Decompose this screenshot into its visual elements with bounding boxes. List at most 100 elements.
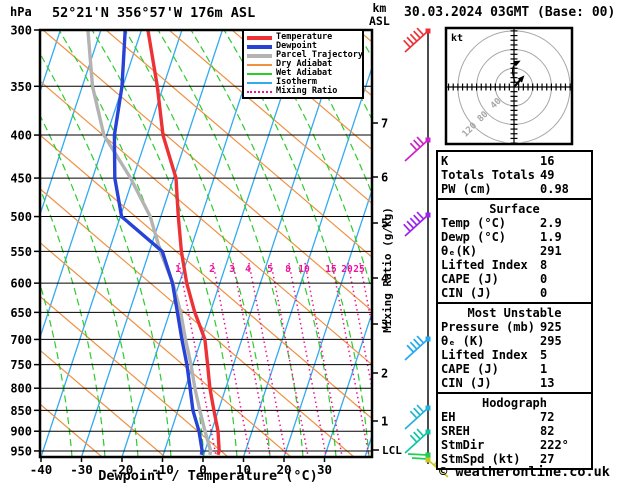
pressure-tick-label: 400: [10, 129, 32, 143]
altitude-unit-label: km ASL: [369, 2, 390, 28]
wind-barb: [404, 136, 431, 162]
altitude-unit-asl: ASL: [369, 14, 390, 28]
stats-row-label: CAPE (J): [441, 362, 499, 376]
stats-row-label: CIN (J): [441, 376, 492, 390]
stats-row-label: Temp (°C): [441, 216, 507, 230]
mixing-ratio-value-label: 8: [285, 264, 291, 275]
stats-box: Surface Temp (°C) 2.9 Dewp (°C) 1.9 θₑ(K) 291 L…: [436, 198, 593, 304]
stats-row-value: 82: [540, 424, 555, 438]
stats-box-header: Hodograph: [481, 396, 548, 410]
stats-row: Lifted Index 5: [441, 348, 588, 362]
stats-row: θₑ(K) 291: [441, 244, 588, 258]
mixing-ratio-value-label: 5: [267, 264, 273, 275]
stats-row-label: CIN (J): [441, 286, 492, 300]
hodograph: 4080120kt: [444, 26, 574, 146]
sounding-curves: [86, 30, 221, 456]
stats-row-value: 222°: [540, 438, 569, 452]
stats-row-value: 72: [540, 410, 555, 424]
mixing-ratio-line: [248, 262, 287, 457]
stats-row: Lifted Index 8: [441, 258, 588, 272]
dry-adiabat-line: [40, 80, 372, 366]
stats-row-value: 5: [540, 348, 548, 362]
stats-row-label: EH: [441, 410, 456, 424]
stats-row-label: K: [441, 154, 449, 168]
wet-adiabat-line: [40, 52, 172, 457]
pressure-tick-label: 600: [10, 277, 32, 291]
legend-swatch-thin: [247, 63, 272, 66]
wet-adiabat-line: [620, 30, 629, 457]
mixing-ratio-line: [304, 262, 343, 457]
stats-row-value: 925: [540, 320, 562, 334]
legend-label: Mixing Ratio: [276, 86, 338, 96]
stats-row: Temp (°C) 2.9: [441, 216, 588, 230]
pressure-tick-label: 550: [10, 245, 32, 259]
pressure-tick-label: 950: [10, 444, 32, 458]
stats-row: CIN (J) 0: [441, 286, 588, 300]
stats-row-value: 0: [540, 286, 548, 300]
stats-row-label: SREH: [441, 424, 470, 438]
stats-row-value: 1: [540, 362, 548, 376]
mixing-ratio-value-label: 15: [325, 264, 337, 275]
pressure-tick-label: 750: [10, 358, 32, 372]
stats-row-value: 16: [540, 154, 555, 168]
stats-row-label: CAPE (J): [441, 272, 499, 286]
wind-barb: [404, 428, 431, 454]
mixing-ratio-line: [232, 262, 271, 457]
legend-swatch-thin: [247, 81, 272, 84]
pressure-tick-label: 300: [10, 24, 32, 38]
stats-row: PW (cm) 0.98: [441, 182, 588, 196]
stats-row-value: 0: [540, 272, 548, 286]
stats-row: CAPE (J) 1: [441, 362, 588, 376]
stats-row-label: StmDir: [441, 438, 485, 452]
station-title: 52°21'N 356°57'W 176m ASL: [52, 5, 256, 21]
stats-row: StmDir 222°: [441, 438, 588, 452]
pressure-tick-label: 650: [10, 306, 32, 320]
stats-box-header: Most Unstable: [467, 306, 562, 320]
mixing-ratio-value-label: 10: [298, 264, 310, 275]
pressure-tick-label: 350: [10, 80, 32, 94]
stats-row-label: Lifted Index: [441, 348, 528, 362]
x-axis-title: Dewpoint / Temperature (°C): [98, 468, 318, 484]
mixing-ratio-value-label: 25: [353, 264, 365, 275]
datetime-label: 30.03.2024 03GMT (Base: 00): [404, 5, 616, 20]
mixing-ratio-value-label: 2: [209, 264, 215, 275]
legend-swatch-thick: [247, 44, 272, 49]
stats-row: SREH 82: [441, 424, 588, 438]
legend-swatch-thin: [247, 72, 272, 75]
stats-row-value: 291: [540, 244, 562, 258]
stats-row-label: Pressure (mb): [441, 320, 535, 334]
wet-adiabat-line: [0, 30, 6, 457]
stats-row-label: PW (cm): [441, 182, 492, 196]
km-tick-label: 6: [381, 171, 388, 185]
stats-row-label: θₑ (K): [441, 334, 485, 348]
stats-row: CIN (J) 13: [441, 376, 588, 390]
wind-barb: [404, 404, 431, 430]
pressure-tick-label: 700: [10, 333, 32, 347]
stats-row: θₑ (K) 295: [441, 334, 588, 348]
skewt-sounding-page: 300 350 400 450 500 550 600 650 700 750 800 850 900 9…: [0, 0, 629, 486]
stats-row-value: 49: [540, 168, 555, 182]
stats-row-label: Totals Totals: [441, 168, 535, 182]
copyright-footer: © weatheronline.co.uk: [439, 464, 610, 480]
stats-box: Hodograph EH 72 SREH 82 StmDir 222° StmSpd (kt)…: [436, 392, 593, 470]
stats-row-value: 295: [540, 334, 562, 348]
pressure-tick-label: 900: [10, 425, 32, 439]
legend-swatch-thick: [247, 53, 272, 58]
mixing-ratio-value-label: 3: [229, 264, 235, 275]
stats-row-label: θₑ(K): [441, 244, 478, 258]
mixing-ratio-value-label: 4: [245, 264, 251, 275]
dry-adiabat-line: [40, 295, 229, 457]
stats-row-value: 1.9: [540, 230, 562, 244]
stats-row: K 16: [441, 154, 588, 168]
stats-row: CAPE (J) 0: [441, 272, 588, 286]
stats-panel: K 16 Totals Totals 49 PW (cm) 0.98 Surface Temp…: [436, 150, 593, 470]
stats-box: K 16 Totals Totals 49 PW (cm) 0.98: [436, 150, 593, 200]
stats-row: EH 72: [441, 410, 588, 424]
isotherm-line: [40, 30, 183, 457]
legend-swatch-dotted: [247, 90, 272, 93]
hodograph-unit-label: kt: [451, 33, 463, 44]
pressure-unit-label: hPa: [10, 5, 32, 19]
stats-row-label: Dewp (°C): [441, 230, 507, 244]
mixing-ratio-axis-label: Mixing Ratio (g/kg): [381, 207, 394, 333]
legend-entry: Mixing Ratio: [247, 87, 359, 96]
